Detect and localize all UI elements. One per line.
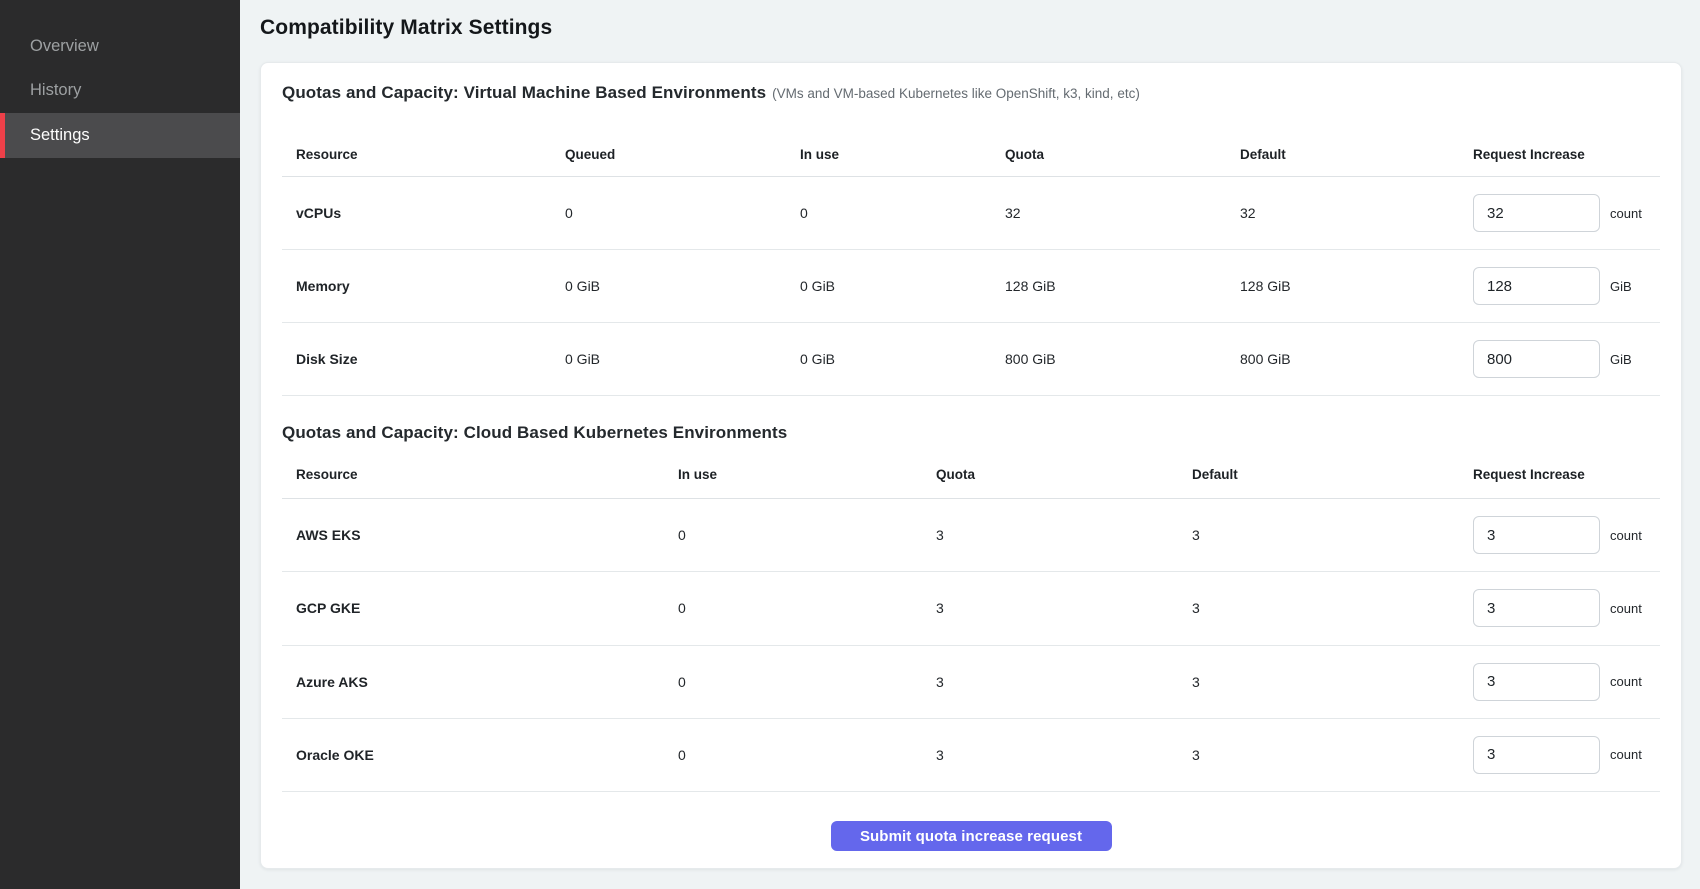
column-header-resource: Resource	[282, 467, 678, 482]
unit-label: count	[1610, 601, 1642, 616]
sidebar-item-overview[interactable]: Overview	[0, 24, 240, 69]
active-accent-bar	[0, 113, 5, 158]
unit-label: GiB	[1610, 279, 1632, 294]
default-value: 3	[1192, 527, 1473, 543]
section-title-cloud: Quotas and Capacity: Cloud Based Kuberne…	[282, 423, 1660, 443]
memory-request-increase-input[interactable]	[1473, 267, 1600, 305]
submit-quota-increase-button[interactable]: Submit quota increase request	[831, 821, 1112, 851]
in-use-value: 0 GiB	[800, 351, 1005, 367]
page-title: Compatibility Matrix Settings	[260, 14, 1682, 42]
column-header-resource: Resource	[282, 147, 565, 162]
section-title-vm: Quotas and Capacity: Virtual Machine Bas…	[282, 83, 1660, 104]
default-value: 3	[1192, 600, 1473, 616]
table-row: vCPUs 0 0 32 32 count	[282, 177, 1660, 250]
table-row: Oracle OKE 0 3 3 count	[282, 719, 1660, 792]
gcp-gke-request-increase-input[interactable]	[1473, 589, 1600, 627]
table-header-row: Resource In use Quota Default Request In…	[282, 451, 1660, 499]
quota-value: 800 GiB	[1005, 351, 1240, 367]
table-row: GCP GKE 0 3 3 count	[282, 572, 1660, 645]
sidebar-item-settings[interactable]: Settings	[0, 113, 240, 158]
column-header-queued: Queued	[565, 147, 800, 162]
section-title-text: Quotas and Capacity: Cloud Based Kuberne…	[282, 423, 787, 442]
quota-value: 3	[936, 527, 1192, 543]
resource-name: Memory	[282, 278, 565, 294]
sidebar-item-history[interactable]: History	[0, 69, 240, 114]
main-content: Compatibility Matrix Settings Quotas and…	[240, 0, 1700, 889]
quota-value: 3	[936, 747, 1192, 763]
quota-value: 128 GiB	[1005, 278, 1240, 294]
column-header-default: Default	[1240, 147, 1473, 162]
queued-value: 0 GiB	[565, 351, 800, 367]
in-use-value: 0	[678, 527, 936, 543]
unit-label: count	[1610, 674, 1642, 689]
disk-size-request-increase-input[interactable]	[1473, 340, 1600, 378]
resource-name: GCP GKE	[282, 600, 678, 616]
azure-aks-request-increase-input[interactable]	[1473, 663, 1600, 701]
table-row: AWS EKS 0 3 3 count	[282, 499, 1660, 572]
unit-label: count	[1610, 206, 1642, 221]
vcpus-request-increase-input[interactable]	[1473, 194, 1600, 232]
resource-name: Oracle OKE	[282, 747, 678, 763]
unit-label: count	[1610, 528, 1642, 543]
column-header-quota: Quota	[1005, 147, 1240, 162]
in-use-value: 0	[678, 747, 936, 763]
sidebar-item-label: Settings	[30, 126, 90, 145]
column-header-request-increase: Request Increase	[1473, 147, 1660, 162]
quota-value: 3	[936, 674, 1192, 690]
in-use-value: 0	[800, 205, 1005, 221]
default-value: 800 GiB	[1240, 351, 1473, 367]
sidebar: Overview History Settings	[0, 0, 240, 889]
in-use-value: 0 GiB	[800, 278, 1005, 294]
table-row: Memory 0 GiB 0 GiB 128 GiB 128 GiB GiB	[282, 250, 1660, 323]
default-value: 3	[1192, 747, 1473, 763]
unit-label: GiB	[1610, 352, 1632, 367]
column-header-default: Default	[1192, 467, 1473, 482]
table-row: Azure AKS 0 3 3 count	[282, 646, 1660, 719]
default-value: 3	[1192, 674, 1473, 690]
resource-name: vCPUs	[282, 205, 565, 221]
section-note: (VMs and VM-based Kubernetes like OpenSh…	[772, 86, 1140, 101]
resource-name: AWS EKS	[282, 527, 678, 543]
default-value: 128 GiB	[1240, 278, 1473, 294]
default-value: 32	[1240, 205, 1473, 221]
quota-value: 3	[936, 600, 1192, 616]
aws-eks-request-increase-input[interactable]	[1473, 516, 1600, 554]
in-use-value: 0	[678, 600, 936, 616]
sidebar-item-label: History	[30, 81, 81, 100]
column-header-in-use: In use	[678, 467, 936, 482]
queued-value: 0 GiB	[565, 278, 800, 294]
quotas-card: Quotas and Capacity: Virtual Machine Bas…	[260, 62, 1682, 869]
in-use-value: 0	[678, 674, 936, 690]
column-header-in-use: In use	[800, 147, 1005, 162]
oracle-oke-request-increase-input[interactable]	[1473, 736, 1600, 774]
resource-name: Azure AKS	[282, 674, 678, 690]
table-header-row: Resource Queued In use Quota Default Req…	[282, 132, 1660, 177]
queued-value: 0	[565, 205, 800, 221]
button-row: Submit quota increase request	[282, 821, 1660, 851]
column-header-quota: Quota	[936, 467, 1192, 482]
resource-name: Disk Size	[282, 351, 565, 367]
table-row: Disk Size 0 GiB 0 GiB 800 GiB 800 GiB Gi…	[282, 323, 1660, 396]
unit-label: count	[1610, 747, 1642, 762]
section-title-text: Quotas and Capacity: Virtual Machine Bas…	[282, 83, 766, 102]
column-header-request-increase: Request Increase	[1473, 467, 1660, 482]
quota-value: 32	[1005, 205, 1240, 221]
sidebar-item-label: Overview	[30, 37, 99, 56]
